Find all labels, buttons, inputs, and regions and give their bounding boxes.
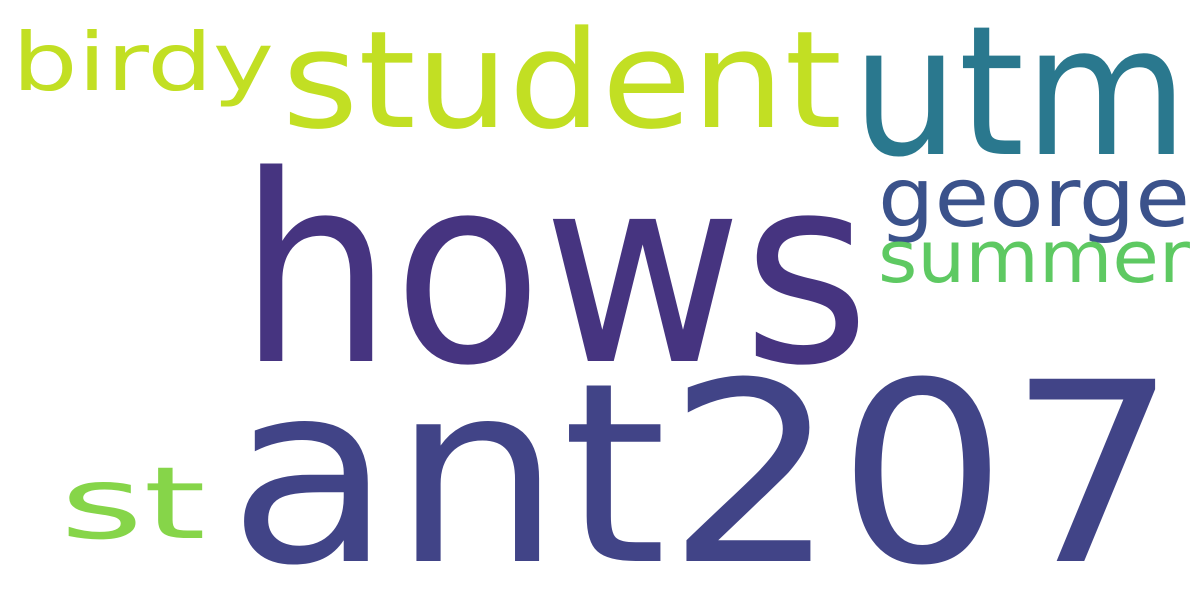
word-ant207: ant207 — [228, 329, 1178, 600]
word-cloud: hows ant207 utm student birdy george sum… — [0, 0, 1200, 600]
word-birdy: birdy — [12, 16, 274, 110]
word-summer: summer — [878, 215, 1190, 300]
word-student: student — [282, 2, 842, 160]
word-st: st — [60, 445, 206, 562]
